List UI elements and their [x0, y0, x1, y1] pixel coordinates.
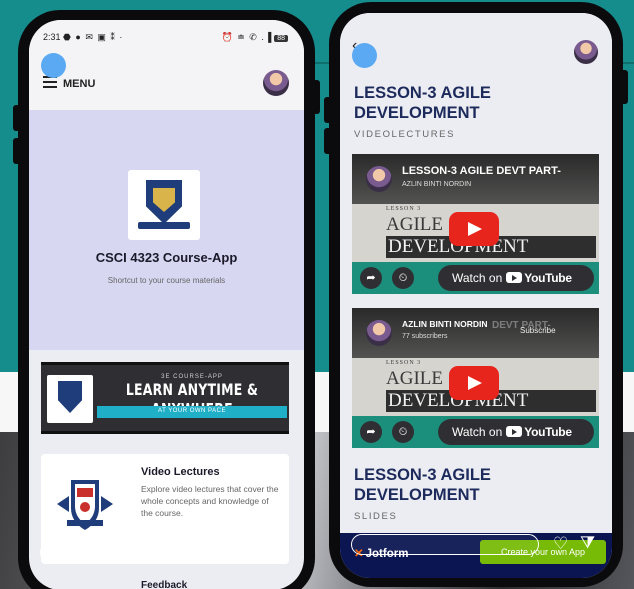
thumbnail-line1: AGILE	[386, 368, 443, 389]
play-button-icon[interactable]	[449, 366, 499, 400]
channel-avatar	[366, 320, 392, 346]
filter-icon[interactable]: ⧩	[580, 534, 595, 551]
comment-input[interactable]	[351, 534, 539, 555]
status-time: 2:31	[43, 31, 61, 42]
video-header: DEVT PART- AZLIN BINTI NORDIN 77 subscri…	[352, 308, 599, 358]
user-avatar[interactable]	[263, 70, 289, 96]
app-logo	[128, 170, 200, 240]
phone-power-button	[620, 70, 628, 104]
channel-name: AZLIN BINTI NORDIN	[402, 319, 488, 329]
heart-icon[interactable]: ♡	[242, 543, 257, 560]
app-bar: MENU	[29, 54, 304, 110]
status-system-icons: ⏰ ≐ ✆ .▐ 88	[222, 32, 288, 43]
video-lectures-crest-icon	[57, 480, 113, 530]
youtube-wordmark: YouTube	[524, 271, 572, 285]
battery-icon: 88	[274, 34, 288, 42]
left-screen: 2:31 ⬣ ● ✉ ▣ ⁑ · ⏰ ≐ ✆ .▐ 88 MENU CSCI 43…	[29, 20, 304, 589]
card-description: Explore video lectures that cover the wh…	[141, 484, 279, 518]
crest-icon	[58, 381, 82, 413]
phone-side-button	[324, 128, 332, 154]
thumbnail-caption: LESSON 3	[386, 360, 422, 366]
channel-avatar	[366, 166, 392, 192]
watch-on-label: Watch on	[452, 425, 503, 439]
user-avatar[interactable]	[574, 40, 598, 64]
watch-on-youtube-button[interactable]: Watch on YouTube	[438, 265, 594, 291]
channel-name: AZLIN BINTI NORDIN	[402, 181, 472, 188]
watch-later-icon[interactable]: ⏲	[392, 421, 414, 443]
phone-side-button	[13, 105, 21, 131]
thumbnail-caption: LESSON 3	[386, 206, 422, 212]
play-button-icon[interactable]	[449, 212, 499, 246]
heart-icon[interactable]: ♡	[553, 535, 568, 552]
banner-logo	[47, 375, 93, 423]
watch-on-youtube-button[interactable]: Watch on YouTube	[438, 419, 594, 445]
status-time-and-icons: 2:31 ⬣ ● ✉ ▣ ⁑ ·	[43, 32, 123, 43]
video-header: LESSON-3 AGILE DEVT PART- AZLIN BINTI NO…	[352, 154, 599, 204]
right-screen: ‹ LESSON-3 AGILE DEVELOPMENT VIDEOLECTUR…	[340, 13, 612, 578]
share-icon[interactable]: ➦	[360, 267, 382, 289]
filter-icon[interactable]: ⧩	[265, 542, 280, 559]
promo-banner[interactable]: 3E COURSE-APP LEARN ANYTIME & ANYWHERE A…	[41, 362, 289, 434]
touch-indicator	[352, 43, 377, 68]
video-toolbar: ➦ ⏲ Watch on YouTube	[352, 416, 599, 448]
youtube-logo-icon	[506, 426, 523, 437]
app-hero: CSCI 4323 Course-App Shortcut to your co…	[29, 110, 304, 350]
right-phone: ‹ LESSON-3 AGILE DEVELOPMENT VIDEOLECTUR…	[324, 2, 628, 587]
comment-input[interactable]	[40, 542, 228, 563]
share-icon[interactable]: ➦	[360, 421, 382, 443]
status-signal-icons: ⏰ ≐ ✆ .▐	[221, 31, 273, 42]
crest-ribbon-icon	[138, 222, 190, 229]
watch-on-label: Watch on	[452, 271, 503, 285]
card-title: Video Lectures	[141, 466, 220, 478]
touch-indicator	[41, 53, 66, 78]
phone-side-button	[324, 97, 332, 123]
section-title: LESSON-3 AGILE DEVELOPMENT	[354, 84, 491, 122]
youtube-wordmark: YouTube	[524, 425, 572, 439]
video-toolbar: ➦ ⏲ Watch on YouTube	[352, 262, 599, 294]
status-notification-icons: ⬣ ● ✉ ▣ ⁑ ·	[63, 31, 124, 42]
section-label: SLIDES	[354, 511, 398, 522]
next-card-title: Feedback	[141, 580, 188, 589]
youtube-embed[interactable]: LESSON-3 AGILE DEVT PART- AZLIN BINTI NO…	[352, 154, 599, 294]
section-title: LESSON-3 AGILE DEVELOPMENT	[354, 466, 491, 504]
subscribe-button[interactable]: Subscribe	[520, 326, 556, 335]
phone-side-button	[13, 138, 21, 164]
subscriber-count: 77 subscribers	[402, 333, 448, 340]
watch-later-icon[interactable]: ⏲	[392, 267, 414, 289]
thumbnail-line1: AGILE	[386, 214, 443, 235]
left-phone: 2:31 ⬣ ● ✉ ▣ ⁑ · ⏰ ≐ ✆ .▐ 88 MENU CSCI 43…	[13, 10, 320, 589]
app-subtitle: Shortcut to your course materials	[107, 276, 226, 285]
app-title: CSCI 4323 Course-App	[95, 250, 238, 265]
menu-button[interactable]: MENU	[63, 78, 95, 90]
banner-subline: AT YOUR OWN PACE	[158, 408, 226, 414]
status-bar: 2:31 ⬣ ● ✉ ▣ ⁑ · ⏰ ≐ ✆ .▐ 88	[29, 20, 304, 54]
phone-power-button	[312, 80, 320, 114]
section-label: VIDEOLECTURES	[354, 129, 456, 140]
youtube-embed[interactable]: DEVT PART- AZLIN BINTI NORDIN 77 subscri…	[352, 308, 599, 448]
youtube-logo-icon	[506, 272, 523, 283]
top-bar: ‹	[340, 13, 612, 71]
video-title[interactable]: LESSON-3 AGILE DEVT PART-	[402, 165, 561, 177]
